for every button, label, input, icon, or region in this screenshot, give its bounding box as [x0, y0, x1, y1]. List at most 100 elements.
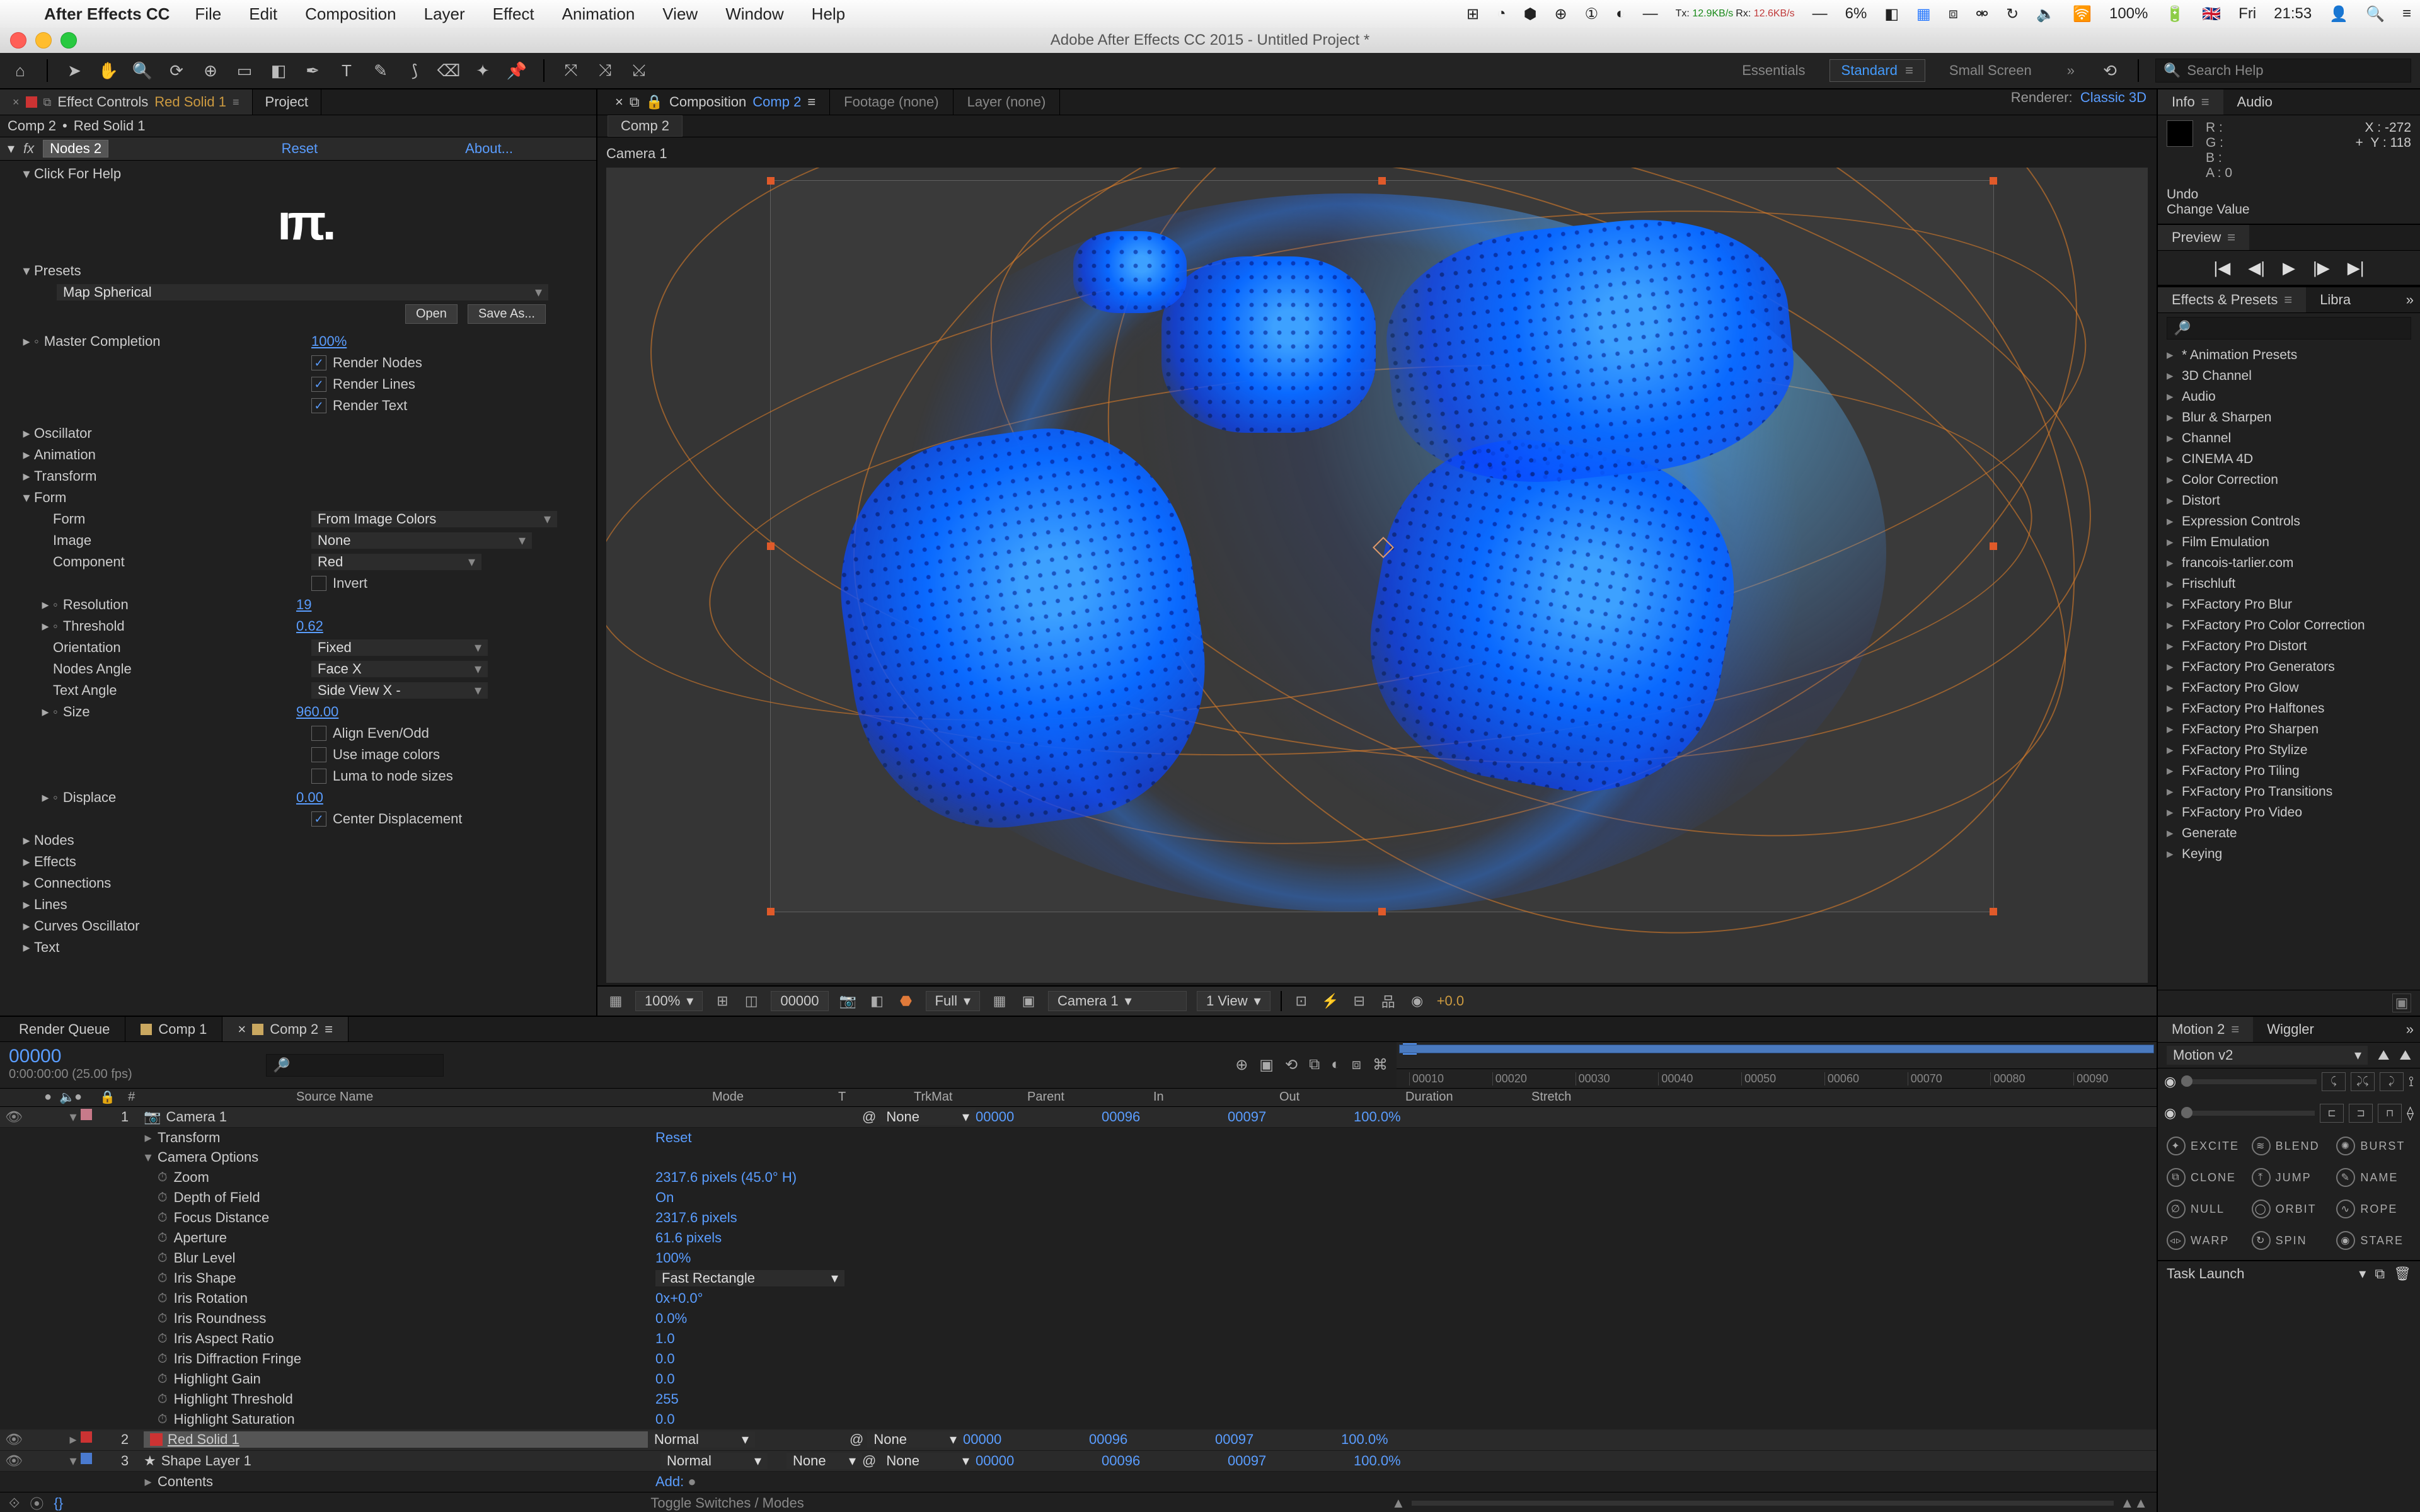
motion-graph-icon[interactable]: ⛰ — [2378, 1047, 2389, 1063]
flowchart-icon[interactable]: 品 — [1379, 992, 1398, 1011]
tab-preview[interactable]: Preview≡ — [2158, 225, 2249, 250]
camera-property-row[interactable]: ⏱Highlight Gain0.0 — [0, 1369, 2157, 1389]
effects-preset-category[interactable]: ▸Blur & Sharpen — [2158, 407, 2420, 428]
comp-inner-tab[interactable]: Comp 2 — [608, 115, 683, 137]
oscillator-group[interactable]: Oscillator — [34, 425, 596, 442]
menubar-icon[interactable]: ⊞ — [1458, 5, 1488, 23]
ease-in-button[interactable]: ⤹ — [2322, 1072, 2346, 1091]
workspace-essentials[interactable]: Essentials — [1731, 60, 1816, 81]
layer-row-red-solid[interactable]: 👁 ▸ 2 Red Solid 1 Normal▾ @ None▾ 00000 … — [0, 1429, 2157, 1450]
resolution-label[interactable]: Resolution — [53, 597, 296, 613]
stopwatch-icon[interactable]: ⏱ — [158, 1191, 168, 1205]
snapshot-icon[interactable]: 📷 — [839, 992, 858, 1011]
clone-tool[interactable]: ⟆ — [403, 59, 426, 82]
motion-action-blend[interactable]: ≋BLEND — [2252, 1137, 2327, 1155]
puppet-tool[interactable]: 📌 — [505, 59, 528, 82]
motion-action-spin[interactable]: ↻SPIN — [2252, 1231, 2327, 1250]
camera-property-row[interactable]: ⏱Zoom2317.6 pixels (45.0° H) — [0, 1167, 2157, 1188]
camera-property-row[interactable]: ⏱Iris Rotation0x+0.0° — [0, 1288, 2157, 1309]
camera-property-row[interactable]: ⏱Focus Distance2317.6 pixels — [0, 1208, 2157, 1228]
tab-render-queue[interactable]: Render Queue — [4, 1017, 125, 1041]
presets-group[interactable]: Presets — [34, 263, 596, 279]
effects-preset-category[interactable]: ▸FxFactory Pro Distort — [2158, 636, 2420, 656]
anchor-bottom-icon[interactable]: ⟠ — [2407, 1105, 2414, 1121]
transparency-grid-icon[interactable]: ▦ — [990, 992, 1009, 1011]
text-group[interactable]: Text — [34, 939, 596, 956]
parent-select[interactable]: None▾ — [880, 1109, 976, 1125]
effects-preset-category[interactable]: ▸Keying — [2158, 844, 2420, 864]
resolution-select[interactable]: Full▾ — [926, 991, 981, 1011]
eye-icon[interactable]: 👁 — [5, 1431, 23, 1448]
layer-duration[interactable]: 00097 — [1215, 1431, 1341, 1448]
layer-stretch[interactable]: 100.0% — [1354, 1453, 1480, 1469]
fx-icon[interactable]: fx — [23, 140, 34, 157]
effects-preset-category[interactable]: ▸FxFactory Pro Glow — [2158, 677, 2420, 698]
next-frame-button[interactable]: |▶ — [2313, 258, 2330, 278]
motion-action-name[interactable]: ✎NAME — [2336, 1168, 2411, 1187]
size-value[interactable]: 960.00 — [296, 704, 338, 720]
tab-effect-controls[interactable]: × ⧉ Effect Controls Red Solid 1 ≡ — [0, 89, 253, 115]
app-menu[interactable]: After Effects CC — [33, 4, 181, 24]
zoom-in-icon[interactable]: ▲▲ — [2120, 1495, 2148, 1511]
graph-editor-icon[interactable]: ⧈ — [1352, 1056, 1361, 1074]
effects-preset-category[interactable]: ▸FxFactory Pro Stylize — [2158, 740, 2420, 760]
displace-value[interactable]: 0.00 — [296, 789, 323, 806]
menu-layer[interactable]: Layer — [410, 4, 479, 24]
stopwatch-icon[interactable]: ⏱ — [158, 1251, 168, 1266]
menubar-icon[interactable]: ◧ — [1876, 5, 1908, 23]
effects-preset-category[interactable]: ▸FxFactory Pro Transitions — [2158, 781, 2420, 802]
text-angle-select[interactable]: Side View X -▾ — [311, 682, 488, 699]
task-launch-select[interactable]: Task Launch▾ — [2167, 1266, 2366, 1282]
renderer-label[interactable]: Renderer: Classic 3D — [2001, 89, 2157, 115]
effects-preset-category[interactable]: ▸Channel — [2158, 428, 2420, 449]
form-form-select[interactable]: From Image Colors▾ — [311, 511, 557, 527]
timeline-search[interactable]: 🔎 — [266, 1054, 444, 1077]
home-icon[interactable]: ⌂ — [9, 59, 32, 82]
effects-preset-category[interactable]: ▸FxFactory Pro Video — [2158, 802, 2420, 823]
form-group[interactable]: Form — [34, 490, 596, 506]
camera-property-row[interactable]: ⏱Iris Roundness0.0% — [0, 1309, 2157, 1329]
nodes-group[interactable]: Nodes — [34, 832, 596, 849]
effects-preset-category[interactable]: ▸Film Emulation — [2158, 532, 2420, 553]
pixel-aspect-icon[interactable]: ⊡ — [1292, 992, 1311, 1011]
layer-out[interactable]: 00096 — [1102, 1109, 1228, 1125]
tab-footage[interactable]: Footage (none) — [830, 89, 953, 115]
effects-preset-category[interactable]: ▸* Animation Presets — [2158, 345, 2420, 365]
comp-mini-flowchart-icon[interactable]: ⊕ — [1235, 1056, 1248, 1074]
stopwatch-icon[interactable]: ⏱ — [158, 1211, 168, 1225]
notification-center-icon[interactable]: ≡ — [2394, 5, 2420, 23]
workspace-standard[interactable]: Standard ≡ — [1829, 59, 1925, 82]
view-axis-icon[interactable]: ⤩ — [628, 59, 650, 82]
master-completion-value[interactable]: 100% — [311, 333, 347, 350]
toggle-switches-icon[interactable]: {} — [54, 1495, 63, 1511]
parent-pickwhip-icon[interactable]: @ — [862, 1109, 876, 1125]
user-icon[interactable]: 👤 — [2320, 5, 2357, 23]
menu-view[interactable]: View — [648, 4, 712, 24]
eye-icon[interactable]: 👁 — [5, 1453, 23, 1469]
menubar-icon[interactable]: ↻ — [1997, 5, 2027, 23]
new-bin-icon[interactable]: ▣ — [2392, 994, 2411, 1012]
bluetooth-icon[interactable]: ⚮ — [1967, 5, 1997, 23]
selection-tool[interactable]: ➤ — [63, 59, 86, 82]
task-delete-icon[interactable]: 🗑 — [2394, 1266, 2411, 1282]
trkmat-select[interactable]: None▾ — [786, 1453, 862, 1469]
layer-duration[interactable]: 00097 — [1228, 1109, 1354, 1125]
camera-property-row[interactable]: ⏱Aperture61.6 pixels — [0, 1228, 2157, 1248]
iris-shape-select[interactable]: Fast Rectangle▾ — [655, 1270, 844, 1286]
volume-icon[interactable]: 🔈 — [2027, 5, 2064, 23]
panel-menu-icon[interactable]: ≡ — [807, 94, 815, 110]
align-even-odd-checkbox[interactable] — [311, 726, 326, 741]
exposure-value[interactable]: +0.0 — [1437, 993, 1464, 1009]
camera-property-row[interactable]: ⏱Iris ShapeFast Rectangle▾ — [0, 1268, 2157, 1288]
help-row[interactable]: Click For Help — [34, 166, 596, 182]
menu-help[interactable]: Help — [798, 4, 859, 24]
tab-comp2[interactable]: × Comp 2 ≡ — [222, 1017, 349, 1041]
render-text-checkbox[interactable]: ✓ — [311, 398, 326, 413]
menubar-icon[interactable]: ⧈ — [1940, 5, 1967, 23]
effects-preset-category[interactable]: ▸FxFactory Pro Generators — [2158, 656, 2420, 677]
threshold-value[interactable]: 0.62 — [296, 618, 323, 634]
tab-comp1[interactable]: Comp 1 — [125, 1017, 222, 1041]
menu-effect[interactable]: Effect — [479, 4, 548, 24]
motion-action-excite[interactable]: ✦EXCITE — [2167, 1137, 2242, 1155]
brush-tool[interactable]: ✎ — [369, 59, 392, 82]
